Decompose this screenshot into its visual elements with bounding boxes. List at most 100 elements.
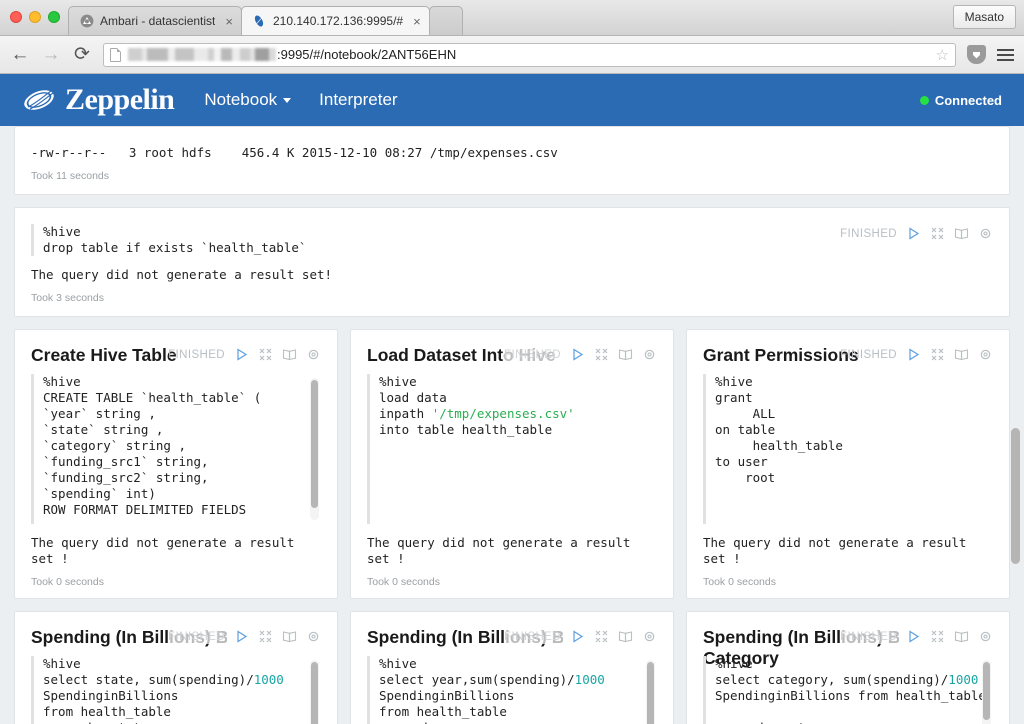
book-icon[interactable] [954, 629, 969, 644]
paragraph-row-2: Spending (In Billions) By State FINISHED… [14, 611, 1010, 724]
redacted-host [128, 48, 276, 61]
play-icon[interactable] [234, 629, 249, 644]
gear-icon[interactable] [306, 629, 321, 644]
book-icon[interactable] [954, 347, 969, 362]
paragraph-create-hive-table[interactable]: Create Hive Table FINISHED %hive CREATE … [14, 329, 338, 599]
status-dot-icon [919, 95, 929, 105]
paragraph-code: %hive select year,sum(spending)/1000 Spe… [379, 656, 605, 724]
paragraph-code: %hive CREATE TABLE `health_table` ( `yea… [43, 374, 262, 517]
paragraph-drop-table[interactable]: FINISHED %hive drop table if exists `hea… [14, 207, 1010, 317]
paragraph-spending-by-category[interactable]: Spending (In Billions) By Category FINIS… [686, 611, 1010, 724]
zeppelin-navbar: Zeppelin Notebook Interpreter Connected [0, 74, 1024, 126]
gear-icon[interactable] [978, 347, 993, 362]
paragraph-code-editor[interactable]: %hive CREATE TABLE `health_table` ( `yea… [31, 374, 321, 524]
paragraph-controls: FINISHED [168, 347, 321, 362]
paragraph-status: FINISHED [168, 348, 225, 361]
paragraph-spending-by-year[interactable]: Spending (In Billions) By Year FINISHED … [350, 611, 674, 724]
paragraph-row-1: Create Hive Table FINISHED %hive CREATE … [14, 329, 1010, 611]
maximize-window-button[interactable] [48, 11, 60, 23]
zeppelin-logo[interactable]: Zeppelin [22, 83, 175, 117]
notebook-body: -rw-r--r-- 3 root hdfs 456.4 K 2015-12-1… [0, 126, 1024, 724]
paragraph-code: %hive select state, sum(spending)/1000 S… [43, 656, 284, 724]
shield-icon[interactable] [967, 45, 986, 64]
address-bar[interactable]: :9995/#/notebook/2ANT56EHN ☆ [103, 42, 956, 67]
paragraph-code: %hive drop table if exists `health_table… [43, 224, 307, 255]
code-scrollbar[interactable] [310, 378, 319, 520]
book-icon[interactable] [282, 629, 297, 644]
play-icon[interactable] [570, 629, 585, 644]
browser-tab-strip: Ambari - datascientist × 210.140.172.136… [0, 0, 1024, 36]
paragraph-controls: FINISHED [168, 629, 321, 644]
book-icon[interactable] [282, 347, 297, 362]
paragraph-result: The query did not generate a result set! [31, 267, 333, 282]
reload-icon[interactable]: ⟳ [72, 45, 92, 64]
book-icon[interactable] [618, 347, 633, 362]
minimize-window-button[interactable] [29, 11, 41, 23]
collapse-icon[interactable] [594, 629, 609, 644]
forward-icon[interactable]: → [41, 45, 61, 64]
paragraph-controls: FINISHED [840, 629, 993, 644]
paragraph-title[interactable]: Create Hive Table [31, 344, 177, 366]
paragraph-result: The query did not generate a result set … [31, 535, 295, 566]
chevron-down-icon [283, 97, 292, 103]
close-window-button[interactable] [10, 11, 22, 23]
collapse-icon[interactable] [258, 629, 273, 644]
paragraph-load-dataset[interactable]: Load Dataset Into Hive FINISHED %hive lo… [350, 329, 674, 599]
connection-status-label: Connected [934, 92, 1002, 108]
paragraph-title[interactable]: Grant Permissions [703, 344, 859, 366]
connection-status: Connected [919, 92, 1002, 108]
play-icon[interactable] [906, 629, 921, 644]
window-controls [8, 0, 68, 35]
collapse-icon[interactable] [594, 347, 609, 362]
back-icon[interactable]: ← [10, 45, 30, 64]
book-icon[interactable] [618, 629, 633, 644]
paragraph-status: FINISHED [504, 630, 561, 643]
paragraph-code-editor[interactable]: %hive drop table if exists `health_table… [31, 224, 993, 256]
bookmark-star-icon[interactable]: ☆ [936, 46, 949, 64]
paragraph-status: FINISHED [840, 348, 897, 361]
nav-item-interpreter[interactable]: Interpreter [319, 90, 397, 110]
paragraph-result: The query did not generate a result set … [367, 535, 631, 566]
gear-icon[interactable] [642, 347, 657, 362]
gear-icon[interactable] [978, 629, 993, 644]
paragraph-took: Took 0 seconds [31, 576, 104, 588]
zeppelin-brand-text: Zeppelin [65, 83, 175, 116]
gear-icon[interactable] [306, 347, 321, 362]
paragraph-code-editor[interactable]: %hive select year,sum(spending)/1000 Spe… [367, 656, 657, 724]
paragraph-code-editor[interactable]: %hive select state, sum(spending)/1000 S… [31, 656, 321, 724]
paragraph-code-editor[interactable]: %hive select category, sum(spending)/100… [703, 656, 993, 724]
collapse-icon[interactable] [930, 629, 945, 644]
paragraph-controls: FINISHED [840, 347, 993, 362]
zeppelin-logo-icon [22, 85, 56, 115]
browser-tab-ambari[interactable]: Ambari - datascientist × [68, 6, 242, 35]
paragraph-grant-permissions[interactable]: Grant Permissions FINISHED %hive grant A… [686, 329, 1010, 599]
paragraph-took: Took 0 seconds [703, 576, 776, 588]
collapse-icon[interactable] [930, 347, 945, 362]
profile-button[interactable]: Masato [952, 5, 1016, 29]
paragraph-spending-by-state[interactable]: Spending (In Billions) By State FINISHED… [14, 611, 338, 724]
browser-tab-title: Ambari - datascientist [100, 14, 216, 28]
paragraph-code-editor[interactable]: %hive load data inpath '/tmp/expenses.cs… [367, 374, 657, 524]
paragraph-result: The query did not generate a result set … [703, 535, 967, 566]
page-scrollbar[interactable] [1009, 126, 1021, 724]
new-tab-button[interactable] [428, 6, 463, 35]
paragraph-hdfs-listing[interactable]: -rw-r--r-- 3 root hdfs 456.4 K 2015-12-1… [14, 126, 1010, 195]
paragraph-code-editor[interactable]: %hive grant ALL on table health_table to… [703, 374, 993, 524]
close-icon[interactable]: × [225, 15, 233, 28]
code-scrollbar[interactable] [982, 660, 991, 724]
browser-tab-zeppelin[interactable]: 210.140.172.136:9995/# × [240, 6, 430, 35]
play-icon[interactable] [906, 347, 921, 362]
collapse-icon[interactable] [258, 347, 273, 362]
gear-icon[interactable] [642, 629, 657, 644]
menu-icon[interactable] [997, 48, 1014, 61]
code-scrollbar[interactable] [310, 660, 319, 724]
nav-item-notebook[interactable]: Notebook [204, 90, 292, 110]
play-icon[interactable] [234, 347, 249, 362]
paragraph-code: %hive load data inpath '/tmp/expenses.cs… [379, 374, 575, 437]
code-scrollbar[interactable] [646, 660, 655, 724]
play-icon[interactable] [570, 347, 585, 362]
zeppelin-icon [252, 14, 267, 29]
paragraph-controls: FINISHED [504, 347, 657, 362]
close-icon[interactable]: × [413, 15, 421, 28]
paragraph-took: Took 3 seconds [31, 292, 104, 304]
